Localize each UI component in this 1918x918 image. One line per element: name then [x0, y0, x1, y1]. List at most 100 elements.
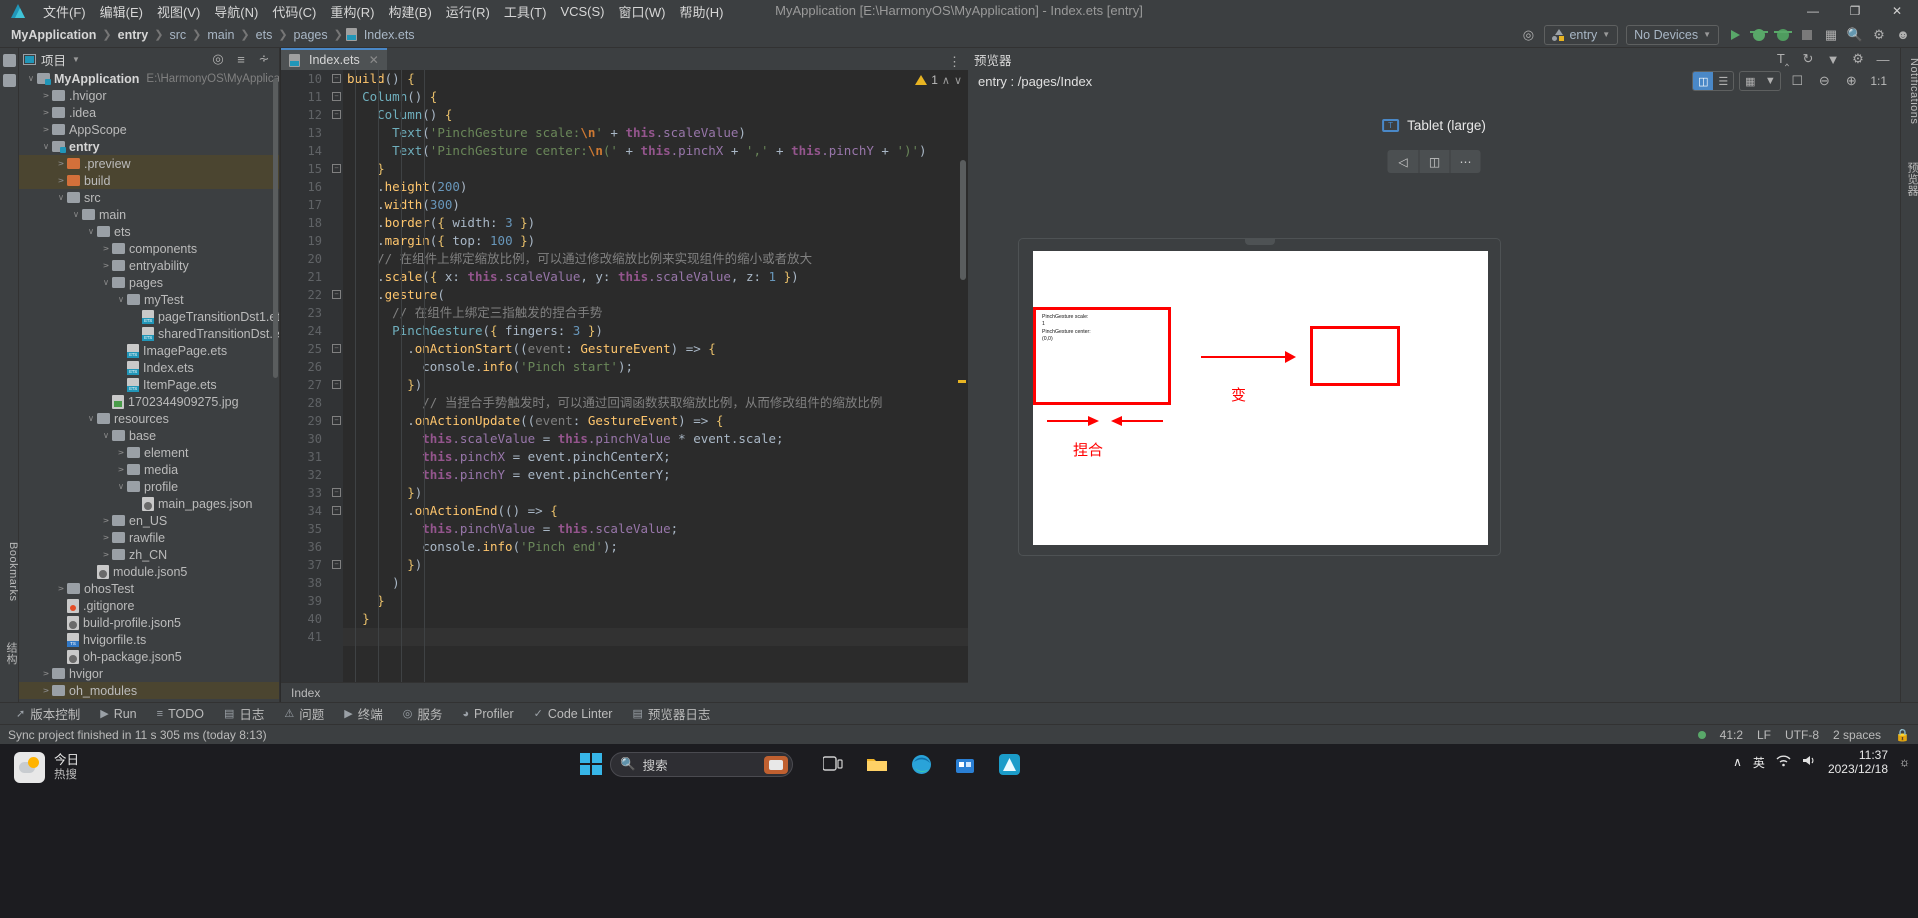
expand-icon[interactable]: ∻	[253, 48, 275, 70]
code-line[interactable]: .onActionEnd(() => {	[343, 502, 968, 520]
close-icon[interactable]: ✕	[369, 53, 379, 67]
chevron-down-icon[interactable]: ∨	[115, 294, 127, 305]
module-selector[interactable]: entry ▼	[1544, 24, 1619, 45]
tree-row[interactable]: ∧ .preview	[19, 155, 279, 172]
tool-window-services[interactable]: ◎ 服务	[393, 703, 453, 725]
layout-mode-group[interactable]: ▦ ▼	[1739, 71, 1782, 91]
editor-options-icon[interactable]: ⋮	[948, 54, 962, 70]
code-line[interactable]: }	[343, 160, 968, 178]
locate-icon[interactable]: ◎	[207, 48, 229, 70]
indent-setting[interactable]: 2 spaces	[1833, 728, 1881, 742]
code-line[interactable]: )	[343, 574, 968, 592]
tree-row[interactable]: ∧ hvigor	[19, 665, 279, 682]
tool-window-profiler[interactable]: ◕ Profiler	[452, 703, 523, 725]
code-line[interactable]: Text('PinchGesture scale:\n' + this.scal…	[343, 124, 968, 142]
breadcrumb-item-ets[interactable]: ets	[253, 28, 276, 42]
attach-debugger-button[interactable]	[1772, 24, 1794, 46]
sidebar-item-bookmarks[interactable]: Bookmarks	[0, 538, 19, 606]
chevron-down-icon[interactable]: ∨	[55, 192, 67, 203]
breadcrumb-item-file[interactable]: Index.ets	[361, 28, 418, 42]
menu-edit[interactable]: 编辑(E)	[93, 0, 150, 23]
tree-row[interactable]: ∧ oh_modules	[19, 682, 279, 699]
code-line[interactable]: this.pinchY = event.pinchCenterY;	[343, 466, 968, 484]
split-screen-icon[interactable]: ◫	[1418, 150, 1450, 173]
chevron-right-icon[interactable]: ∧	[41, 90, 52, 102]
breadcrumb-item-module[interactable]: entry	[115, 28, 152, 42]
chevron-right-icon[interactable]: ∧	[101, 549, 112, 561]
menu-vcs[interactable]: VCS(S)	[553, 2, 611, 21]
tree-row[interactable]: pageTransitionDst1.ets	[19, 308, 279, 325]
text-icon[interactable]: T‸	[1772, 48, 1794, 70]
code-line[interactable]: // 在组件上绑定三指触发的捏合手势	[343, 304, 968, 322]
code-line[interactable]: .onActionUpdate((event: GestureEvent) =>…	[343, 412, 968, 430]
code-folding-column[interactable]: − − − − − − − − − − −	[329, 70, 343, 682]
tree-row[interactable]: build-profile.json5	[19, 614, 279, 631]
code-line[interactable]: .onActionStart((event: GestureEvent) => …	[343, 340, 968, 358]
tray-chevron-up-icon[interactable]: ∧	[1733, 755, 1742, 769]
tree-row[interactable]: ∧ build	[19, 172, 279, 189]
tree-row[interactable]: ∨ MyApplication E:\HarmonyOS\MyApplicatio	[19, 70, 279, 87]
code-line[interactable]: this.pinchValue = this.scaleValue;	[343, 520, 968, 538]
code-line[interactable]: this.scaleValue = this.pinchValue * even…	[343, 430, 968, 448]
file-explorer-icon[interactable]	[859, 749, 895, 779]
sidebar-item-structure[interactable]: 结构	[0, 638, 19, 669]
tool-window-problems[interactable]: ⚠ 问题	[274, 703, 334, 725]
weather-widget[interactable]: 今日 热搜	[14, 752, 79, 783]
prev-problem-icon[interactable]: ∧	[942, 74, 950, 87]
collapse-all-icon[interactable]: ≡	[230, 48, 252, 70]
chevron-down-icon[interactable]: ∨	[115, 481, 127, 492]
close-button[interactable]: ✕	[1876, 0, 1918, 22]
code-line[interactable]: console.info('Pinch end');	[343, 538, 968, 556]
code-content[interactable]: build() { Column() { Column() { Text('Pi…	[343, 70, 968, 682]
tree-row[interactable]: ItemPage.ets	[19, 376, 279, 393]
tool-window-todo[interactable]: ≡ TODO	[147, 703, 214, 725]
chevron-right-icon[interactable]: ∧	[101, 515, 112, 527]
chevron-right-icon[interactable]: ∧	[41, 107, 52, 119]
chevron-right-icon[interactable]: ∧	[101, 243, 112, 255]
account-icon[interactable]: ☻	[1892, 24, 1914, 46]
code-fold-marker[interactable]: −	[332, 416, 341, 425]
run-button[interactable]	[1724, 24, 1746, 46]
settings-icon[interactable]: ⚙	[1847, 48, 1869, 70]
code-fold-marker[interactable]: −	[332, 488, 341, 497]
tree-row[interactable]: ∨ myTest	[19, 291, 279, 308]
warning-marker[interactable]	[958, 380, 966, 383]
tool-window-terminal[interactable]: ▶ 终端	[334, 703, 392, 725]
tree-row[interactable]: ∨ src	[19, 189, 279, 206]
menu-refactor[interactable]: 重构(R)	[323, 0, 381, 23]
chevron-right-icon[interactable]: ∧	[116, 464, 127, 476]
refresh-icon[interactable]: ↻	[1797, 48, 1819, 70]
sidebar-item-notifications[interactable]: Notifications	[1901, 54, 1918, 128]
breadcrumb-item-pages[interactable]: pages	[291, 28, 331, 42]
menu-build[interactable]: 构建(B)	[381, 0, 438, 23]
code-fold-marker[interactable]: −	[332, 380, 341, 389]
menu-window[interactable]: 窗口(W)	[612, 0, 673, 23]
chevron-right-icon[interactable]: ∧	[101, 532, 112, 544]
code-line[interactable]: }	[343, 610, 968, 628]
chevron-down-icon[interactable]: ∨	[100, 430, 112, 441]
previewer-canvas[interactable]: Tablet (large) ◁ ◫ ⋯ PinchGesture scale:…	[968, 92, 1900, 702]
tree-row[interactable]: ∨ main	[19, 206, 279, 223]
chevron-right-icon[interactable]: ∧	[101, 260, 112, 272]
breadcrumb-item-src[interactable]: src	[166, 28, 189, 42]
tree-row[interactable]: 1702344909275.jpg	[19, 393, 279, 410]
code-line[interactable]: })	[343, 376, 968, 394]
minimize-button[interactable]: —	[1792, 0, 1834, 22]
tree-row[interactable]: ∨ pages	[19, 274, 279, 291]
maximize-button[interactable]: ❐	[1834, 0, 1876, 22]
menu-help[interactable]: 帮助(H)	[672, 0, 730, 23]
sidebar-item-previewer[interactable]: 预览器	[1901, 158, 1918, 201]
tool-window-log[interactable]: ▤ 日志	[214, 703, 274, 725]
device-screen[interactable]: PinchGesture scale: 1 PinchGesture cente…	[1033, 251, 1488, 545]
target-icon[interactable]: ◎	[1517, 24, 1539, 46]
caret-position[interactable]: 41:2	[1720, 728, 1743, 742]
notification-icon[interactable]: ☼	[1899, 755, 1910, 769]
device-manager-icon[interactable]: ▦	[1820, 24, 1842, 46]
menu-tools[interactable]: 工具(T)	[497, 0, 554, 23]
code-line[interactable]: .scale({ x: this.scaleValue, y: this.sca…	[343, 268, 968, 286]
tool-window-version-control[interactable]: ➚ 版本控制	[6, 703, 90, 725]
tree-row[interactable]: ∧ AppScope	[19, 121, 279, 138]
store-icon[interactable]	[947, 749, 983, 779]
filter-icon[interactable]: ▼	[1822, 48, 1844, 70]
chevron-right-icon[interactable]: ∧	[116, 447, 127, 459]
